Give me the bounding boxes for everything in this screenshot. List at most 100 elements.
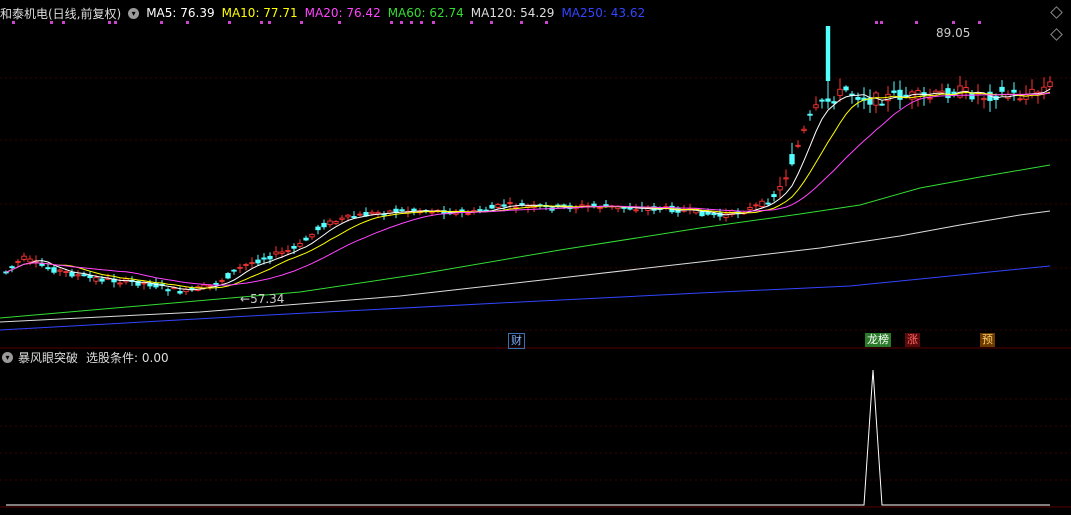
indicator-plot	[6, 369, 1050, 506]
candle-body	[117, 282, 123, 285]
candle-body	[897, 89, 903, 100]
signal-dot	[880, 21, 883, 24]
candle-body	[51, 267, 57, 273]
candle-body	[591, 203, 597, 207]
candle-body	[93, 277, 99, 282]
ma60-line	[0, 164, 1051, 319]
indicator-header: ▾ 暴风眼突破 选股条件: 0.00	[0, 349, 169, 365]
candle-body	[267, 255, 273, 260]
candle-body	[339, 217, 345, 220]
candle-body	[411, 208, 417, 212]
candle-body	[981, 97, 987, 101]
candle-body	[477, 209, 483, 212]
candle-body	[69, 271, 75, 277]
candle-body	[81, 274, 87, 277]
candle-body	[597, 207, 603, 210]
indicator-menu-icon[interactable]: ▾	[2, 351, 13, 363]
candle-body	[633, 209, 639, 212]
chart-canvas[interactable]: 89.05 ←57.34	[0, 0, 1071, 515]
candle-body	[801, 128, 807, 132]
candle-body	[747, 207, 753, 211]
candle-body	[357, 213, 363, 216]
candle-body	[501, 204, 507, 207]
candle-body	[903, 94, 909, 97]
candle-body	[147, 283, 153, 287]
candle-body	[285, 249, 291, 252]
candle-body	[495, 204, 501, 208]
ma10-line	[5, 91, 1051, 289]
candle-body	[507, 202, 513, 205]
candle-body	[969, 92, 975, 100]
candle-body	[15, 260, 21, 263]
indicator-line	[6, 369, 1050, 506]
candle-body	[27, 258, 33, 263]
candle-body	[399, 209, 405, 212]
candle-body	[75, 274, 81, 277]
candle-body	[333, 221, 339, 224]
candle-body	[1011, 89, 1017, 93]
candle-body	[273, 251, 279, 255]
indicator-title[interactable]: 暴风眼突破	[18, 349, 78, 366]
ma20-value: MA20: 76.42	[304, 6, 381, 20]
candle-body	[141, 282, 147, 285]
candle-body	[1047, 81, 1053, 87]
ma250-line	[0, 265, 1051, 331]
ma120-value: MA120: 54.29	[470, 6, 555, 20]
candle-body	[375, 211, 381, 215]
candle-body	[939, 90, 945, 94]
candle-body	[621, 206, 627, 209]
candle-body	[759, 200, 765, 207]
candle-body	[255, 259, 261, 264]
candle-body	[39, 263, 45, 266]
candle-body	[831, 101, 837, 104]
candle-body	[249, 262, 255, 265]
candle-body	[237, 266, 243, 269]
candle-body	[843, 86, 849, 91]
candle-body	[321, 222, 327, 228]
candle-body	[789, 154, 795, 165]
ma120-line	[0, 210, 1051, 323]
candle-body	[705, 211, 711, 215]
candle-body	[837, 88, 843, 96]
candle-body	[207, 285, 213, 287]
ma20-line	[5, 92, 1051, 286]
candle-body	[309, 233, 315, 238]
candle-body	[297, 242, 303, 247]
candle-body	[1023, 94, 1029, 100]
candle-body	[87, 275, 93, 279]
candle-body	[99, 278, 105, 282]
candle-body	[825, 26, 831, 81]
marker-zhang[interactable]: 涨	[905, 333, 920, 347]
candle-body	[345, 214, 351, 218]
candle-body	[243, 263, 249, 266]
candle-body	[429, 211, 435, 214]
candle-body	[879, 103, 885, 106]
candle-body	[225, 273, 231, 279]
candle-body	[63, 271, 69, 274]
candle-body	[303, 237, 309, 241]
candle-body	[231, 269, 237, 272]
marker-longhu[interactable]: 龙榜	[865, 333, 891, 347]
moving-average-lines	[0, 88, 1051, 331]
high-price-label: 89.05	[936, 26, 970, 40]
candle-body	[849, 93, 855, 96]
candle-body	[999, 86, 1005, 92]
settings-icon[interactable]: ▾	[128, 7, 140, 19]
candle-body	[261, 257, 267, 260]
signal-dot	[915, 21, 918, 24]
candle-body	[963, 87, 969, 92]
candle-body	[465, 212, 471, 215]
candle-body	[45, 267, 51, 270]
ma60-value: MA60: 62.74	[387, 6, 464, 20]
ma5-line	[5, 88, 1051, 291]
candle-body	[891, 90, 897, 93]
ma5-value: MA5: 76.39	[146, 6, 215, 20]
candle-body	[855, 96, 861, 100]
marker-yu[interactable]: 预	[980, 333, 995, 347]
candle-body	[753, 204, 759, 207]
candle-body	[777, 186, 783, 191]
marker-cai[interactable]: 财	[508, 333, 525, 349]
candle-body	[165, 289, 171, 292]
ma250-value: MA250: 43.62	[561, 6, 646, 20]
stock-title[interactable]: 和泰机电(日线,前复权)	[0, 5, 121, 22]
